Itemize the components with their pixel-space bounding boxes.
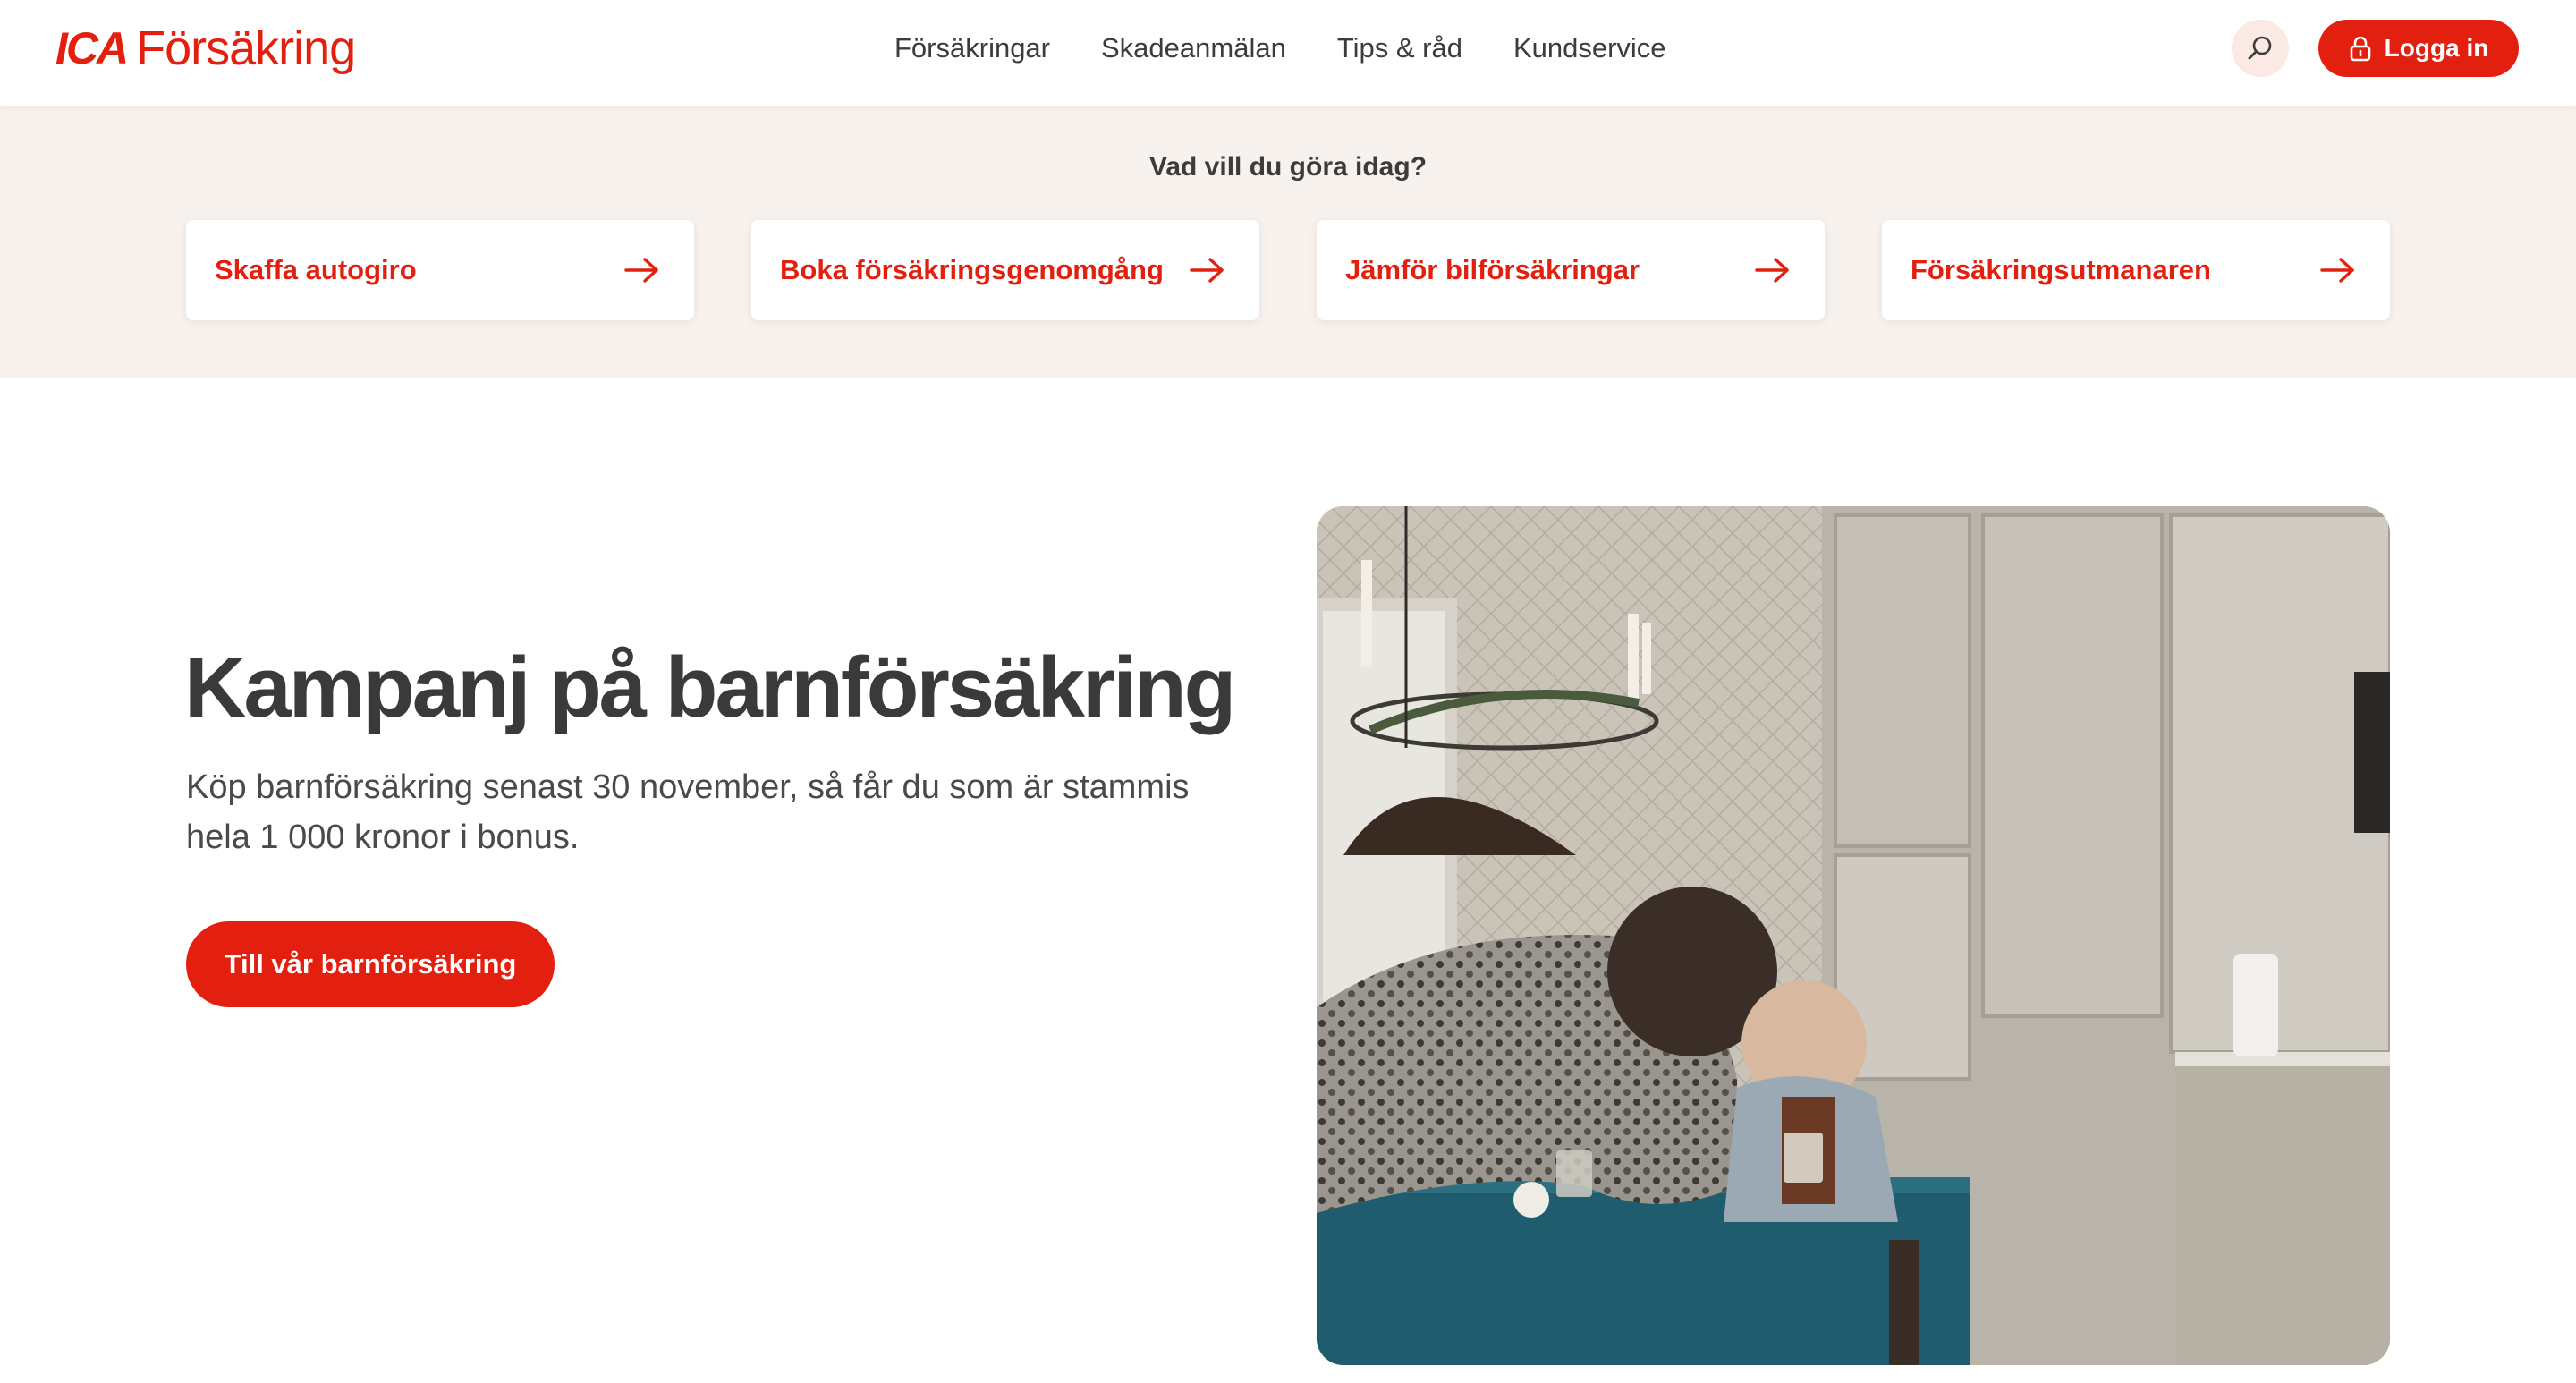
main-nav: Försäkringar Skadeanmälan Tips & råd Kun… [894,0,1717,97]
quick-card-label: Jämför bilförsäkringar [1345,254,1640,285]
hero-cta-button[interactable]: Till vår barnförsäkring [186,921,555,1007]
kitchen-photo [1317,506,2390,1365]
login-label: Logga in [2384,34,2489,62]
hero-title: Kampanj på barnförsäkring [184,640,1236,735]
arrow-right-icon [624,258,658,283]
nav-item-forsakringar[interactable]: Försäkringar [894,32,1050,64]
quick-card-genomgang[interactable]: Boka försäkringsgenomgång [751,220,1259,320]
site-header: ICA Försäkring Försäkringar Skadeanmälan… [0,0,2576,106]
login-button[interactable]: Logga in [2318,20,2519,77]
arrow-right-icon [1190,258,1224,283]
logo-brand: ICA [55,23,129,73]
quick-card-label: Skaffa autogiro [215,254,417,285]
hero-text: Köp barnförsäkring senast 30 november, s… [186,768,1190,856]
lock-icon [2350,36,2370,62]
quick-actions: Vad vill du göra idag? Skaffa autogiro B… [0,106,2576,378]
search-button[interactable] [2232,20,2289,77]
logo-text: Försäkring [136,21,356,75]
arrow-right-icon [2320,258,2354,283]
nav-item-tips[interactable]: Tips & råd [1337,32,1462,64]
logo[interactable]: ICA Försäkring [55,21,356,75]
hero-image [1317,506,2390,1365]
arrow-right-icon [1755,258,1789,283]
quick-card-autogiro[interactable]: Skaffa autogiro [186,220,694,320]
nav-item-kundservice[interactable]: Kundservice [1513,32,1666,64]
search-icon [2248,36,2272,60]
quick-card-bilforsakringar[interactable]: Jämför bilförsäkringar [1317,220,1825,320]
nav-item-skadeanmalan[interactable]: Skadeanmälan [1101,32,1286,64]
quick-card-utmanaren[interactable]: Försäkringsutmanaren [1882,220,2390,320]
quick-card-label: Boka försäkringsgenomgång [780,254,1164,285]
quick-actions-title: Vad vill du göra idag? [1148,152,1428,182]
quick-card-label: Försäkringsutmanaren [1911,254,2211,285]
